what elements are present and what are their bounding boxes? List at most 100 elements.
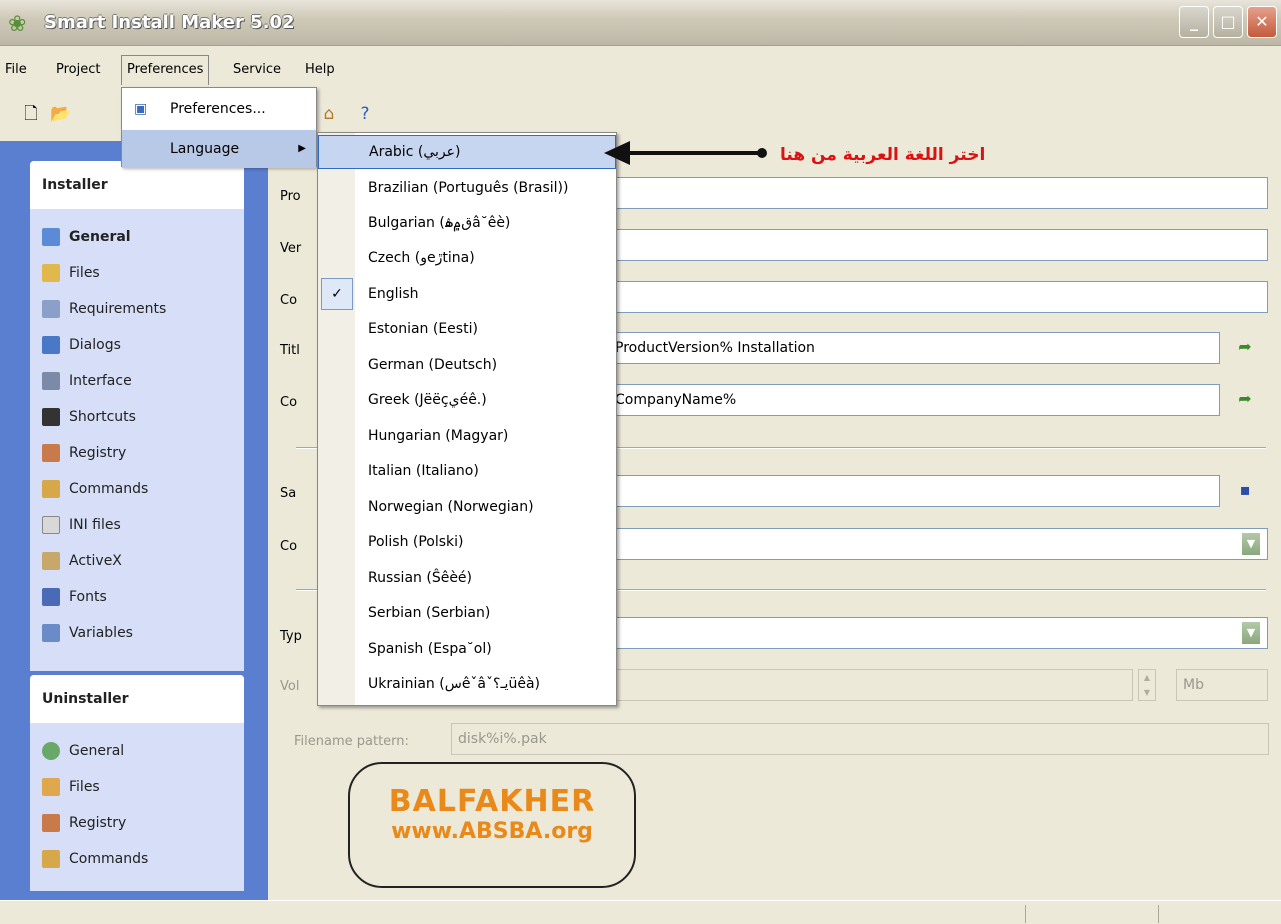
sidebar-item-files[interactable]: Files [30,255,244,291]
menu-file[interactable]: File [0,55,32,85]
annotation-arrow-icon [604,141,767,165]
compression-select[interactable] [608,528,1268,560]
commands-icon [42,480,60,498]
sidebar-item-interface[interactable]: Interface [30,363,244,399]
watermark-url: www.ABSBA.org [391,819,593,844]
watermark-name: BALFAKHER [388,784,596,819]
uninstaller-heading: Uninstaller [30,675,244,723]
general-icon [42,228,60,246]
chevron-down-icon[interactable]: ▼ [1241,621,1261,645]
status-bar [0,900,1281,924]
save-label: Sa [280,486,297,501]
sidebar: Installer General Files Requirements Dia… [0,141,268,900]
maximize-button[interactable]: □ [1213,6,1243,38]
volume-spinner[interactable]: ▲ ▼ [1138,669,1156,701]
uninstaller-item-general[interactable]: General [30,733,244,769]
product-name-label: Pro [280,189,301,204]
insert-variable-icon[interactable]: ➦ [1233,335,1257,359]
submenu-arrow-icon: ▶ [298,143,306,154]
type-select[interactable] [608,617,1268,649]
watermark-logo: BALFAKHER www.ABSBA.org [348,762,636,888]
compression-label: Co [280,539,298,554]
filename-pattern-label: Filename pattern: [294,734,409,749]
language-item-spanish[interactable]: Spanish (Espa˘ol) [318,632,616,666]
language-item-russian[interactable]: Russian (Ŝêèé) [318,561,616,595]
language-item-arabic[interactable]: Arabic (عربي) [318,135,616,169]
preferences-menu: ▣ Preferences... Language ▶ [121,87,317,168]
general-icon [42,742,60,760]
language-item-norwegian[interactable]: Norwegian (Norwegian) [318,490,616,524]
copyright-label: Co [280,395,298,410]
language-item-english[interactable]: English [318,277,616,311]
language-item-ukrainian[interactable]: Ukrainian (ﺱêˇâˇيـ؟üêà) [318,667,616,701]
menu-bar: File Project Preferences Service Help [0,53,1281,87]
installer-panel: Installer General Files Requirements Dia… [30,161,244,671]
minimize-button[interactable]: _ [1179,6,1209,38]
requirements-icon [42,300,60,318]
language-item-polish[interactable]: Polish (Polski) [318,525,616,559]
filename-pattern-input[interactable]: disk%i%.pak [451,723,1269,755]
app-icon: ❀ [8,12,27,37]
sidebar-item-shortcuts[interactable]: Shortcuts [30,399,244,435]
sidebar-item-fonts[interactable]: Fonts [30,579,244,615]
fonts-icon [42,588,60,606]
files-delete-icon [42,778,60,796]
annotation-text: اختر اللغة العربية من هنا [780,145,986,165]
language-item-bulgarian[interactable]: Bulgarian (ق۾ۿâ˘êè) [318,206,616,240]
dialogs-icon [42,336,60,354]
language-item-brazilian[interactable]: Brazilian (Português (Brasil)) [318,171,616,205]
volume-size-input[interactable] [608,669,1133,701]
language-item-serbian[interactable]: Serbian (Serbian) [318,596,616,630]
sidebar-item-requirements[interactable]: Requirements [30,291,244,327]
help-icon[interactable]: ? [354,103,376,125]
chevron-down-icon[interactable]: ▼ [1241,532,1261,556]
sidebar-item-dialogs[interactable]: Dialogs [30,327,244,363]
sidebar-item-registry[interactable]: Registry [30,435,244,471]
sidebar-item-ini-files[interactable]: INI files [30,507,244,543]
installer-heading: Installer [30,161,244,209]
menu-preferences[interactable]: Preferences [121,55,210,85]
language-item-italian[interactable]: Italian (Italiano) [318,454,616,488]
activex-icon [42,552,60,570]
registry-icon [42,814,60,832]
save-icon[interactable]: ▪ [1233,478,1257,502]
status-separator [1025,905,1026,923]
menu-item-language[interactable]: Language ▶ [122,130,316,168]
home-icon[interactable]: ⌂ [318,103,340,125]
version-label: Ver [280,241,302,256]
sidebar-item-general[interactable]: General [30,219,244,255]
sidebar-item-activex[interactable]: ActiveX [30,543,244,579]
language-item-czech[interactable]: Czech (ﻭeڙtina) [318,241,616,275]
language-submenu: Arabic (عربي) Brazilian (Português (Bras… [317,132,617,706]
volume-unit-select[interactable]: Mb [1176,669,1268,701]
uninstaller-item-files[interactable]: Files [30,769,244,805]
language-item-greek[interactable]: Greek (Jëëçيéê.) [318,383,616,417]
title-bar: ❀ Smart Install Maker 5.02 _ □ ✕ [0,0,1281,46]
menu-help[interactable]: Help [300,55,340,85]
save-path-input[interactable] [608,475,1220,507]
open-folder-icon[interactable]: 📂 [50,103,72,125]
copyright-input[interactable]: CompanyName% [608,384,1220,416]
uninstaller-item-commands[interactable]: Commands [30,841,244,877]
close-button[interactable]: ✕ [1247,6,1277,38]
language-item-hungarian[interactable]: Hungarian (Magyar) [318,419,616,453]
menu-item-preferences[interactable]: ▣ Preferences... [122,90,316,128]
language-item-german[interactable]: German (Deutsch) [318,348,616,382]
menu-service[interactable]: Service [228,55,286,85]
insert-variable-icon[interactable]: ➦ [1233,387,1257,411]
uninstaller-item-registry[interactable]: Registry [30,805,244,841]
new-file-icon[interactable]: 🗋 [20,103,42,125]
company-input[interactable] [608,281,1268,313]
registry-icon [42,444,60,462]
sidebar-item-commands[interactable]: Commands [30,471,244,507]
status-separator [1158,905,1159,923]
volume-label: Vol [280,679,300,694]
menu-project[interactable]: Project [51,55,105,85]
title-input[interactable]: ProductVersion% Installation [608,332,1220,364]
version-input[interactable] [608,229,1268,261]
commands-icon [42,850,60,868]
product-name-input[interactable] [608,177,1268,209]
window-title: Smart Install Maker 5.02 [44,12,295,33]
language-item-estonian[interactable]: Estonian (Eesti) [318,312,616,346]
sidebar-item-variables[interactable]: Variables [30,615,244,651]
